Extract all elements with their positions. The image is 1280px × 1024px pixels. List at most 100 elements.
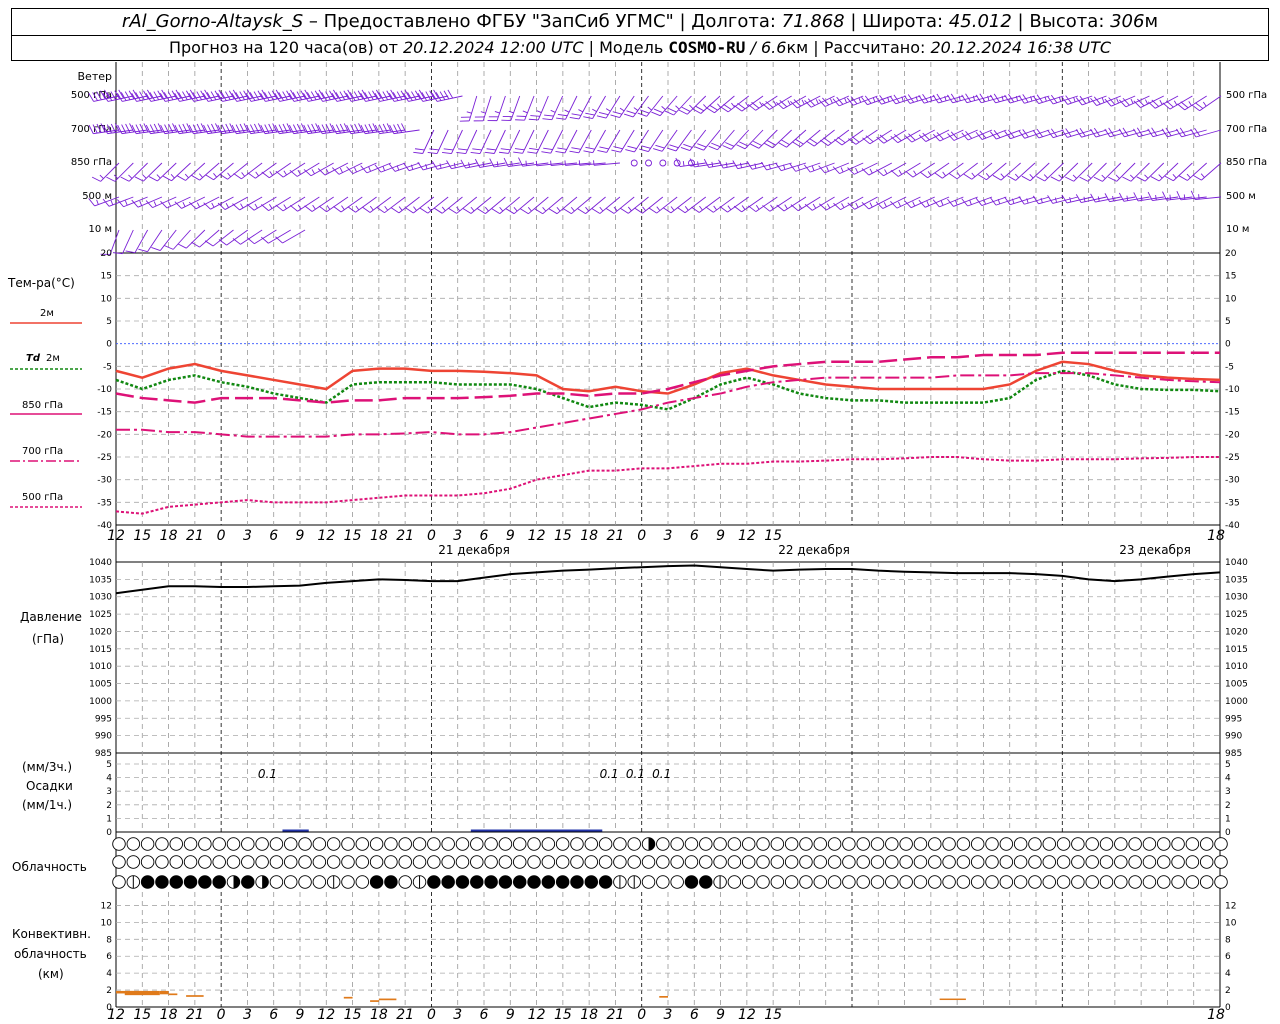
cloud-symbol: [112, 875, 126, 889]
precip-label: 0.1: [600, 767, 619, 781]
wind-barb-feather: [670, 206, 675, 211]
precip-tick-left: 0: [106, 828, 112, 838]
wind-barb-feather: [1021, 175, 1031, 182]
wind-barb-feather: [653, 148, 663, 152]
wind-barb-feather: [300, 90, 307, 100]
cloud-symbol: [355, 875, 370, 889]
hour-tick-label: 21: [607, 528, 625, 544]
conv-title-3: (км): [38, 967, 64, 981]
wind-barb-feather: [341, 205, 345, 210]
cloud-symbol: [970, 855, 985, 869]
precip-tick-left: 4: [106, 774, 112, 784]
conv-tick-left: 10: [101, 918, 113, 928]
wind-barb-feather: [139, 200, 143, 206]
wind-barb-feather: [472, 148, 482, 151]
cloud-symbol: [613, 837, 627, 851]
wind-barb-feather: [767, 140, 776, 146]
wind-barb-feather: [703, 104, 708, 109]
cloud-symbol: [1128, 875, 1142, 889]
wind-barb-feather: [1122, 176, 1132, 182]
wind-barb-feather: [1022, 129, 1029, 138]
cloud-symbol: [1128, 855, 1142, 869]
wind-barb-feather: [239, 91, 245, 100]
hour-tick-label: 3: [453, 528, 462, 544]
cloud-symbol: [1214, 837, 1228, 851]
cloud-symbol: [298, 855, 312, 869]
cloud-symbol: [1056, 875, 1071, 889]
wind-barb-feather: [678, 109, 688, 115]
wind-barb-feather: [508, 110, 514, 114]
cloud-symbol: [1199, 875, 1214, 889]
wind-barb-feather: [149, 92, 156, 101]
wind-barb-feather: [876, 136, 885, 144]
temp-tick-left: -10: [97, 385, 112, 395]
cloud-symbol: [140, 855, 155, 869]
wind-barb-feather: [861, 96, 868, 105]
wind-barb-feather: [773, 100, 777, 106]
wind-barb-feather: [557, 114, 568, 117]
wind-barb-feather: [382, 165, 386, 171]
cloud-symbol: [1099, 837, 1114, 851]
wind-barb-feather: [905, 170, 914, 178]
wind-barb-feather: [390, 207, 400, 214]
cloud-symbol: [241, 837, 255, 851]
wind-barb-feather: [1112, 195, 1114, 202]
cloud-symbol: [384, 855, 398, 869]
hour-tick-label: 15: [764, 1007, 782, 1023]
wind-barb-feather: [569, 116, 580, 120]
wind-barb-feather: [153, 201, 157, 207]
wind-barb-feather: [801, 99, 805, 105]
wind-barb-feather: [441, 206, 446, 212]
wind-barb-feather: [926, 200, 930, 206]
wind-barb-feather: [413, 151, 423, 154]
wind-barb-feather: [376, 206, 385, 214]
cloud-symbol: [126, 855, 141, 869]
cloud-symbol: [1056, 837, 1071, 851]
wind-barb-feather: [596, 115, 607, 119]
cloud-symbol: [570, 875, 584, 889]
cloud-symbol: [741, 837, 756, 851]
cloud-symbol: [1013, 837, 1028, 851]
precip-label: 0.1: [258, 767, 277, 781]
wind-barb-feather: [884, 169, 888, 175]
wind-barb-feather: [564, 109, 570, 113]
wind-barb-feather: [439, 91, 446, 100]
hour-tick-label: 12: [107, 528, 125, 544]
wind-barb-feather: [314, 90, 321, 100]
cloud-title: Облачность: [12, 860, 87, 874]
wind-barb-feather: [368, 91, 374, 100]
temp-tick-left: -35: [97, 498, 112, 508]
wind-barb-feather: [681, 106, 691, 112]
wind-barb-feather: [1191, 104, 1200, 112]
press-tick-right: 1000: [1225, 697, 1248, 707]
wind-barb-feather: [443, 90, 450, 100]
hour-tick-label: 15: [764, 528, 782, 544]
conv-segment: [378, 998, 397, 1001]
cloud-symbol: [1028, 855, 1042, 869]
wind-barb-feather: [156, 174, 161, 179]
press-tick-right: 1025: [1225, 610, 1248, 620]
cloud-symbol: [226, 855, 241, 869]
wind-barb-feather: [612, 111, 623, 115]
wind-barb-feather: [1202, 101, 1207, 107]
temp-tick-left: -15: [97, 408, 112, 418]
cloud-symbol: [727, 855, 742, 869]
cloud-symbol: [298, 875, 312, 889]
press-tick-left: 1035: [89, 575, 112, 585]
wind-barb-feather: [462, 208, 472, 214]
cloud-symbol: [727, 837, 742, 851]
wind-level-700hpa-right: 700 гПа: [1226, 124, 1267, 135]
wind-barb-feather: [283, 204, 287, 210]
wind-barb-feather: [260, 236, 269, 244]
wind-barb-feather: [727, 205, 732, 211]
wind-barb-feather: [865, 135, 874, 143]
wind-barb-feather: [128, 90, 135, 100]
hour-tick-label: 12: [738, 528, 756, 544]
wind-barb-feather: [425, 91, 431, 100]
wind-barb-feather: [434, 207, 443, 214]
wind-barb-feather: [637, 112, 647, 117]
cloud-symbol: [198, 855, 212, 869]
temp-tick-left: 5: [106, 317, 112, 327]
wind-barb-feather: [148, 176, 158, 182]
cloud-symbol: [1099, 875, 1114, 889]
